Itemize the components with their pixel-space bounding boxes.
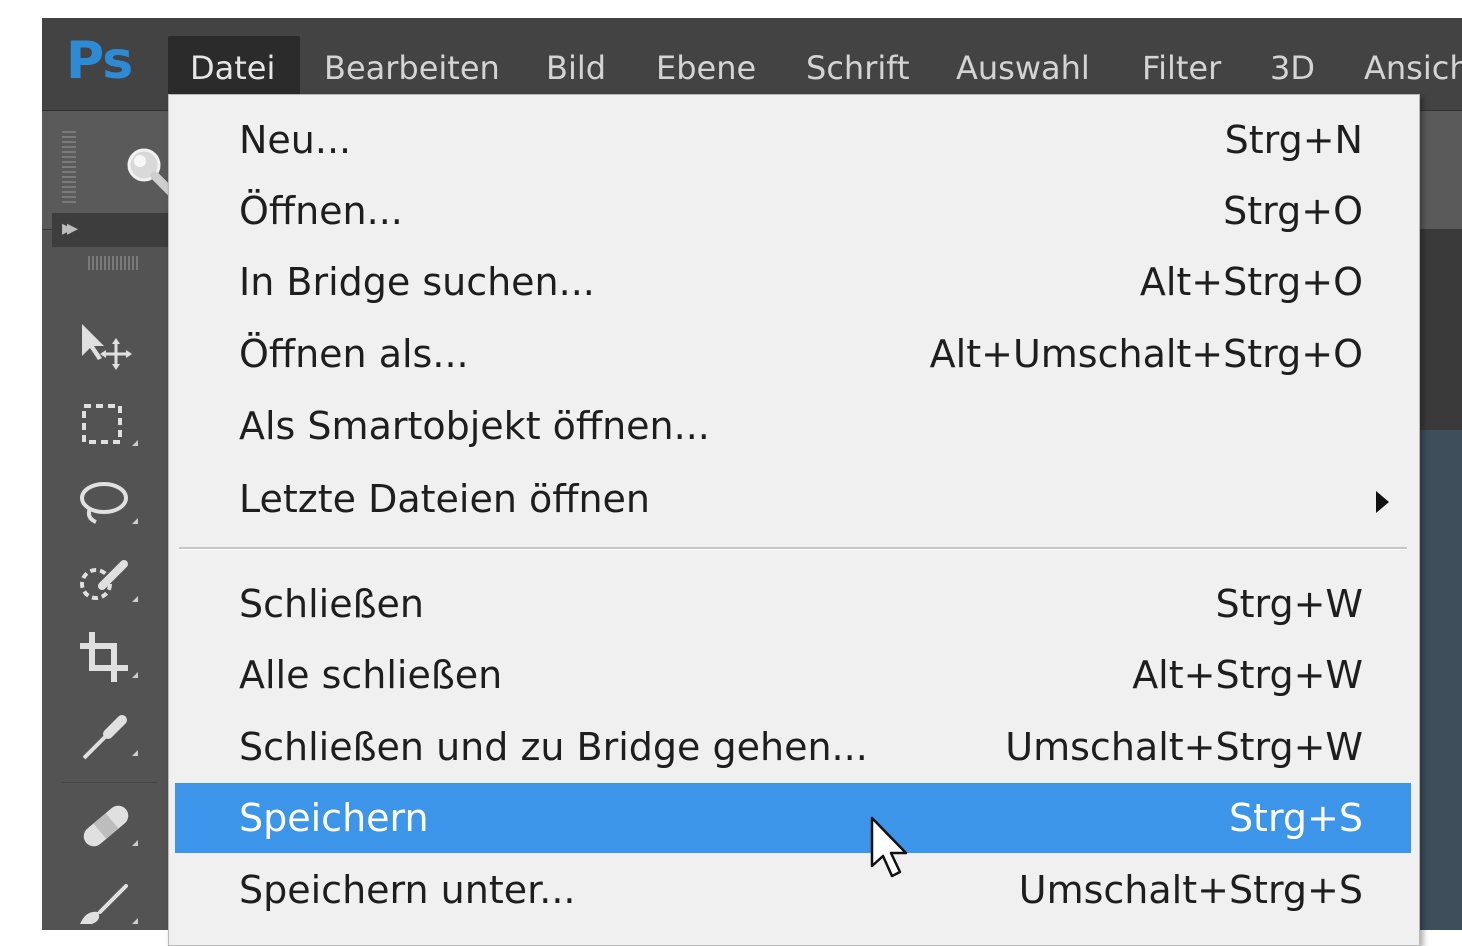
menu-item-label: In Bridge suchen...: [239, 260, 595, 304]
menu-item-shortcut: Umschalt+Strg+S: [1018, 868, 1363, 912]
menu-item-oeffnen[interactable]: Öffnen... Strg+O: [175, 176, 1411, 246]
menu-item-label: Schließen: [239, 582, 424, 626]
menu-item-schliessen-und-zu-bridge[interactable]: Schließen und zu Bridge gehen... Umschal…: [175, 712, 1411, 782]
menu-item-shortcut: Alt+Strg+W: [1132, 653, 1363, 697]
quick-selection-tool-icon[interactable]: [72, 552, 146, 612]
menu-item-shortcut: Strg+N: [1224, 118, 1363, 162]
menu-item-shortcut: Umschalt+Strg+W: [1005, 725, 1363, 769]
menu-item-shortcut: Strg+S: [1228, 796, 1363, 840]
menu-item-label: Speichern: [239, 796, 429, 840]
options-bar-grip[interactable]: [62, 131, 76, 205]
tools-panel: [52, 248, 169, 930]
menu-item-oeffnen-als[interactable]: Öffnen als... Alt+Umschalt+Strg+O: [175, 319, 1411, 389]
menu-item-label: Alle schließen: [239, 653, 503, 697]
crop-tool-icon[interactable]: [72, 628, 146, 688]
menu-item-shortcut: Strg+W: [1215, 582, 1363, 626]
marquee-tool-icon[interactable]: [72, 396, 146, 456]
menu-item-in-bridge-suchen[interactable]: In Bridge suchen... Alt+Strg+O: [175, 247, 1411, 317]
menu-item-shortcut: Alt+Umschalt+Strg+O: [929, 332, 1363, 376]
file-menu-dropdown: Neu... Strg+N Öffnen... Strg+O In Bridge…: [168, 94, 1420, 946]
menu-item-label: Öffnen...: [239, 189, 403, 233]
tools-panel-grip[interactable]: [88, 256, 140, 270]
lasso-tool-icon[interactable]: [72, 474, 146, 534]
menu-separator: [179, 547, 1407, 550]
menu-item-shortcut: Alt+Strg+O: [1139, 260, 1363, 304]
menu-item-letzte-dateien-oeffnen[interactable]: Letzte Dateien öffnen: [175, 464, 1411, 534]
mouse-pointer-icon: [868, 816, 912, 880]
menu-item-shortcut: Strg+O: [1223, 189, 1363, 233]
menu-item-label: Neu...: [239, 118, 352, 162]
submenu-arrow-icon: [1376, 491, 1389, 513]
menu-item-schliessen[interactable]: Schließen Strg+W: [175, 569, 1411, 639]
expand-panels-icon[interactable]: ▸▸: [62, 216, 78, 241]
menu-item-label: Speichern unter...: [239, 868, 576, 912]
menu-item-label: Öffnen als...: [239, 332, 469, 376]
menu-item-neu[interactable]: Neu... Strg+N: [175, 105, 1411, 175]
menu-item-label: Als Smartobjekt öffnen...: [239, 404, 710, 448]
menu-item-als-smartobjekt-oeffnen[interactable]: Als Smartobjekt öffnen...: [175, 391, 1411, 461]
menu-item-speichern-unter[interactable]: Speichern unter... Umschalt+Strg+S: [175, 855, 1411, 925]
menu-item-speichern[interactable]: Speichern Strg+S: [175, 783, 1411, 853]
move-tool-icon[interactable]: [72, 316, 146, 376]
menu-item-label: Letzte Dateien öffnen: [239, 477, 650, 521]
photoshop-logo: Ps: [66, 31, 133, 91]
brush-tool-icon[interactable]: [72, 874, 146, 930]
menu-item-alle-schliessen[interactable]: Alle schließen Alt+Strg+W: [175, 640, 1411, 710]
healing-brush-tool-icon[interactable]: [72, 796, 146, 856]
eyedropper-tool-icon[interactable]: [72, 706, 146, 766]
menu-item-label: Schließen und zu Bridge gehen...: [239, 725, 868, 769]
tools-separator: [62, 782, 158, 783]
